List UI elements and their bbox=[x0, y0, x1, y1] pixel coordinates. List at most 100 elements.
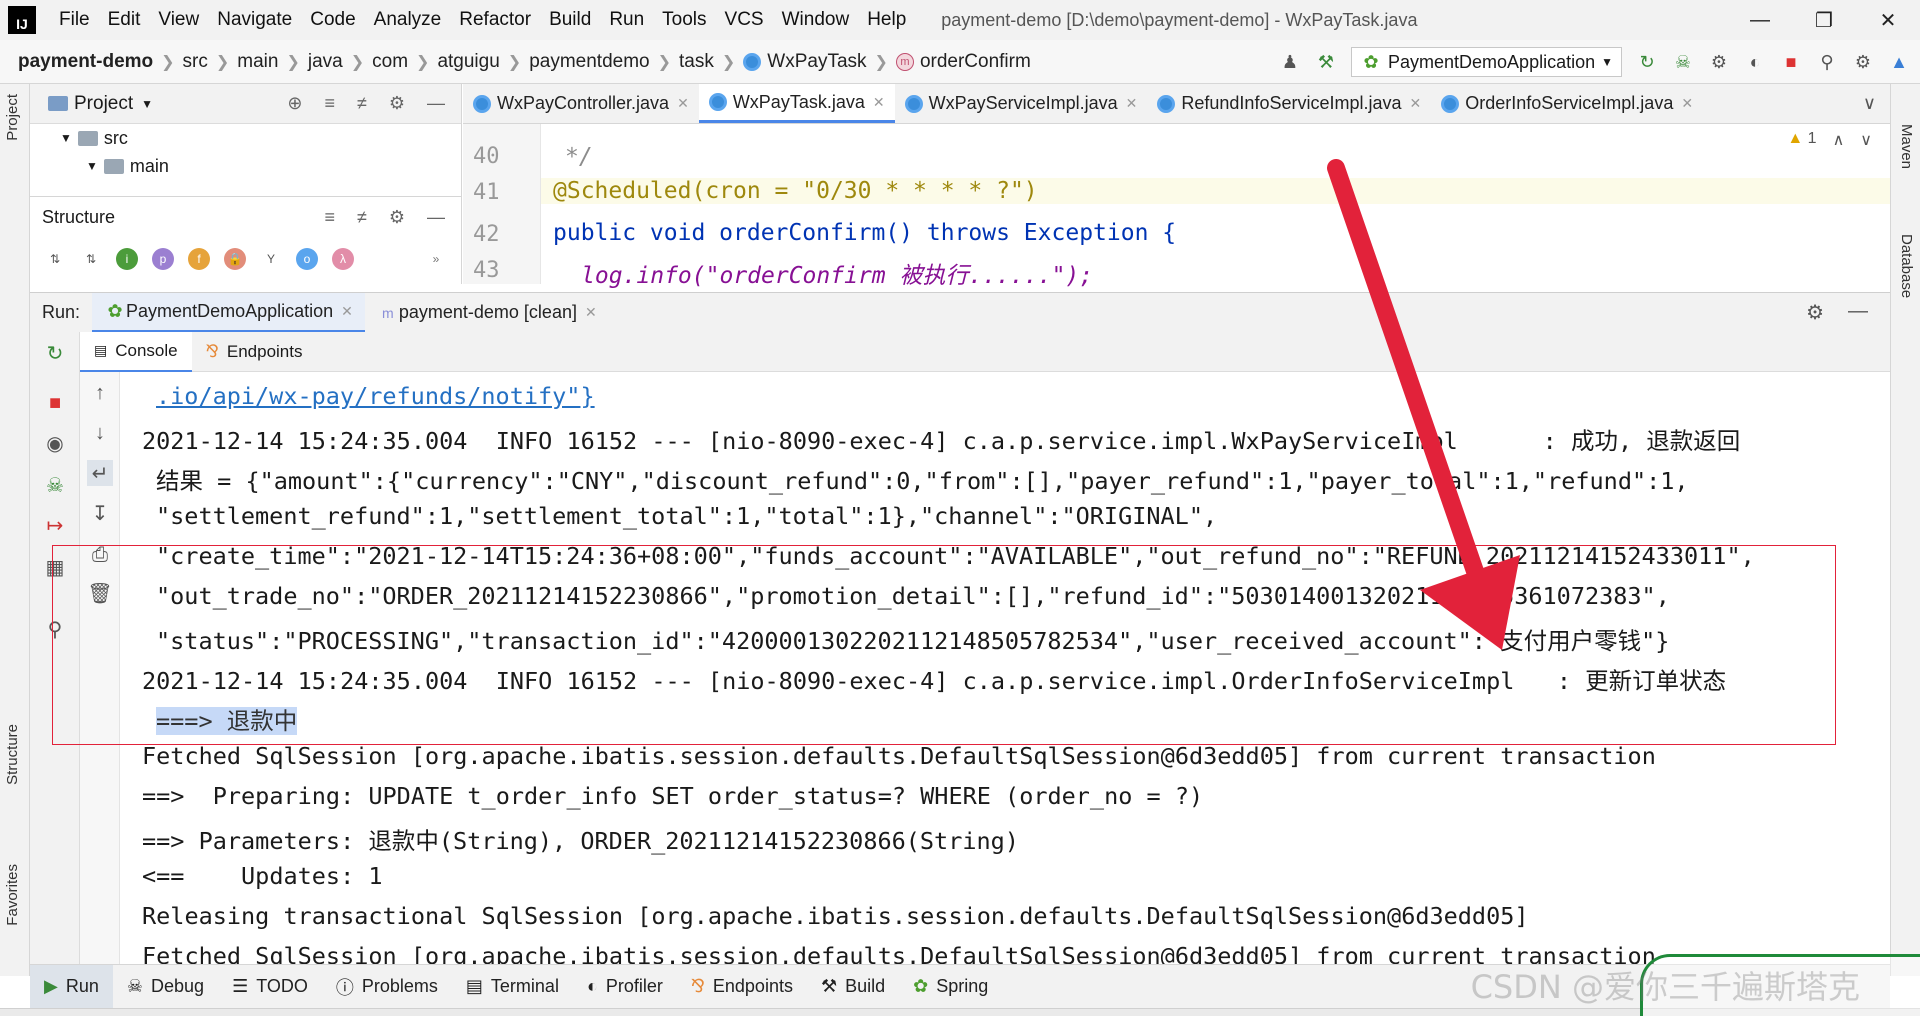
chevron-down-icon[interactable]: ∨ bbox=[1860, 130, 1872, 150]
pin-icon[interactable]: ⚲ bbox=[42, 616, 68, 642]
profile-icon[interactable]: ◐ bbox=[1744, 51, 1766, 73]
menu-code[interactable]: Code bbox=[301, 9, 364, 31]
close-icon[interactable]: ✕ bbox=[1410, 95, 1422, 112]
editor-tab-active[interactable]: WxPayTask.java ✕ bbox=[698, 84, 895, 123]
soft-wrap-icon[interactable]: ↵ bbox=[87, 460, 113, 486]
show-lambda-icon[interactable]: λ bbox=[332, 248, 354, 270]
dropdown-arrow-icon[interactable]: ▼ bbox=[141, 97, 153, 111]
menu-help[interactable]: Help bbox=[858, 9, 915, 31]
breadcrumb-java[interactable]: java bbox=[302, 51, 349, 73]
structure-tool-tab[interactable]: Structure bbox=[4, 724, 21, 785]
user-icon[interactable]: ♟ bbox=[1279, 51, 1301, 73]
locate-icon[interactable]: ⊕ bbox=[287, 93, 302, 114]
coverage-icon[interactable]: ⚙ bbox=[1708, 51, 1730, 73]
collapse-all-icon[interactable]: ≠ bbox=[357, 207, 367, 228]
hide-icon[interactable]: — bbox=[1848, 300, 1868, 325]
menu-build[interactable]: Build bbox=[540, 9, 600, 31]
bottom-tab-build[interactable]: ⚒ Build bbox=[807, 965, 899, 1009]
maven-tool-tab[interactable]: Maven bbox=[1898, 124, 1915, 169]
show-properties-icon[interactable]: p bbox=[152, 248, 174, 270]
close-icon[interactable]: ✕ bbox=[677, 95, 689, 112]
search-icon[interactable]: ⚲ bbox=[1816, 51, 1838, 73]
console-tab[interactable]: ▤ Console bbox=[80, 331, 192, 372]
sort-alpha-icon[interactable]: ⇅ bbox=[44, 248, 66, 270]
project-tool-tab[interactable]: Project bbox=[4, 94, 21, 141]
console-link[interactable]: .io/api/wx-pay/refunds/notify"} bbox=[156, 382, 595, 410]
bottom-tab-profiler[interactable]: ◐ Profiler bbox=[573, 965, 677, 1009]
console-output[interactable]: .io/api/wx-pay/refunds/notify"} 2021-12-… bbox=[120, 372, 1890, 964]
close-icon[interactable]: ✕ bbox=[585, 304, 597, 321]
show-fields-icon[interactable]: f bbox=[188, 248, 210, 270]
editor-tab[interactable]: WxPayServiceImpl.java ✕ bbox=[895, 84, 1148, 123]
print-icon[interactable]: ⎙ bbox=[87, 542, 113, 568]
minimize-icon[interactable]: — bbox=[1728, 0, 1792, 40]
rerun-icon[interactable]: ↻ bbox=[1636, 51, 1658, 73]
bottom-tab-endpoints[interactable]: ⅋ Endpoints bbox=[677, 965, 807, 1009]
chevron-down-icon[interactable]: ∨ bbox=[1863, 93, 1876, 114]
editor-tab[interactable]: RefundInfoServiceImpl.java ✕ bbox=[1147, 84, 1431, 123]
database-tool-tab[interactable]: Database bbox=[1898, 234, 1915, 298]
tree-item-src[interactable]: ▼ src bbox=[30, 124, 461, 152]
layout-icon[interactable]: ▦ bbox=[42, 554, 68, 580]
run-configuration-select[interactable]: ✿ PaymentDemoApplication ▼ bbox=[1351, 47, 1622, 77]
favorites-tool-tab[interactable]: Favorites bbox=[4, 864, 21, 926]
bottom-tab-spring[interactable]: ✿ Spring bbox=[899, 965, 1002, 1009]
breadcrumb-src[interactable]: src bbox=[177, 51, 214, 73]
restore-icon[interactable]: ❐ bbox=[1792, 0, 1856, 40]
menu-analyze[interactable]: Analyze bbox=[365, 9, 451, 31]
arrow-down-icon[interactable]: ↓ bbox=[87, 420, 113, 446]
expand-all-icon[interactable]: ≡ bbox=[324, 207, 335, 228]
project-panel-title[interactable]: Project bbox=[74, 93, 133, 115]
exit-icon[interactable]: ↦ bbox=[42, 512, 68, 538]
debug-icon[interactable]: ☠ bbox=[1672, 51, 1694, 73]
breadcrumb-paymentdemo[interactable]: paymentdemo bbox=[523, 51, 655, 73]
hammer-icon[interactable]: ⚒ bbox=[1315, 51, 1337, 73]
ide-update-icon[interactable]: ▲ bbox=[1888, 51, 1910, 73]
menu-vcs[interactable]: VCS bbox=[716, 9, 773, 31]
bottom-tab-debug[interactable]: ☠ Debug bbox=[113, 965, 218, 1009]
hide-icon[interactable]: — bbox=[427, 93, 445, 114]
more-icon[interactable]: » bbox=[425, 248, 447, 270]
bottom-tab-run[interactable]: ▶ Run bbox=[30, 964, 113, 1009]
show-inherited-icon[interactable]: i bbox=[116, 248, 138, 270]
close-icon[interactable]: ✕ bbox=[341, 303, 353, 320]
menu-view[interactable]: View bbox=[149, 9, 208, 31]
breadcrumb-task[interactable]: task bbox=[673, 51, 720, 73]
run-tab-active[interactable]: ✿ PaymentDemoApplication ✕ bbox=[92, 292, 365, 333]
breadcrumb-method[interactable]: m orderConfirm bbox=[890, 51, 1037, 73]
menu-window[interactable]: Window bbox=[773, 9, 859, 31]
scroll-to-end-icon[interactable]: ↧ bbox=[87, 500, 113, 526]
show-anonymous-icon[interactable]: o bbox=[296, 248, 318, 270]
breadcrumb-class[interactable]: WxPayTask bbox=[737, 51, 872, 73]
gear-icon[interactable]: ⚙ bbox=[1806, 300, 1824, 325]
menu-refactor[interactable]: Refactor bbox=[450, 9, 540, 31]
breadcrumb-atguigu[interactable]: atguigu bbox=[431, 51, 505, 73]
tree-item-main[interactable]: ▼ main bbox=[30, 152, 461, 180]
camera-icon[interactable]: ◉ bbox=[42, 430, 68, 456]
show-non-public-icon[interactable]: 🔒 bbox=[224, 248, 246, 270]
stop-icon[interactable]: ■ bbox=[42, 390, 68, 416]
gear-icon[interactable]: ⚙ bbox=[389, 207, 405, 228]
menu-run[interactable]: Run bbox=[600, 9, 653, 31]
bottom-tab-problems[interactable]: ⓘ Problems bbox=[322, 965, 452, 1009]
sort-visibility-icon[interactable]: ⇅ bbox=[80, 248, 102, 270]
chevron-up-icon[interactable]: ∧ bbox=[1833, 130, 1845, 150]
endpoints-tab[interactable]: ⅋ Endpoints bbox=[192, 332, 317, 372]
close-icon[interactable]: ✕ bbox=[1681, 95, 1693, 112]
trash-icon[interactable]: 🗑 bbox=[87, 580, 113, 606]
close-icon[interactable]: ✕ bbox=[873, 94, 885, 111]
hide-icon[interactable]: — bbox=[427, 207, 445, 228]
bottom-tab-todo[interactable]: ☰ TODO bbox=[218, 965, 322, 1009]
breadcrumb-project[interactable]: payment-demo bbox=[0, 51, 159, 73]
breadcrumb-com[interactable]: com bbox=[366, 51, 414, 73]
bottom-tab-terminal[interactable]: ▤ Terminal bbox=[452, 965, 573, 1009]
debug-icon[interactable]: ☠ bbox=[42, 472, 68, 498]
editor-tab[interactable]: OrderInfoServiceImpl.java ✕ bbox=[1431, 84, 1703, 123]
settings-icon[interactable]: ⚙ bbox=[1852, 51, 1874, 73]
menu-file[interactable]: File bbox=[50, 9, 99, 31]
stop-icon[interactable]: ■ bbox=[1780, 51, 1802, 73]
menu-edit[interactable]: Edit bbox=[99, 9, 150, 31]
expand-all-icon[interactable]: ≡ bbox=[324, 93, 335, 114]
menu-tools[interactable]: Tools bbox=[653, 9, 715, 31]
rerun-icon[interactable]: ↻ bbox=[42, 340, 68, 366]
